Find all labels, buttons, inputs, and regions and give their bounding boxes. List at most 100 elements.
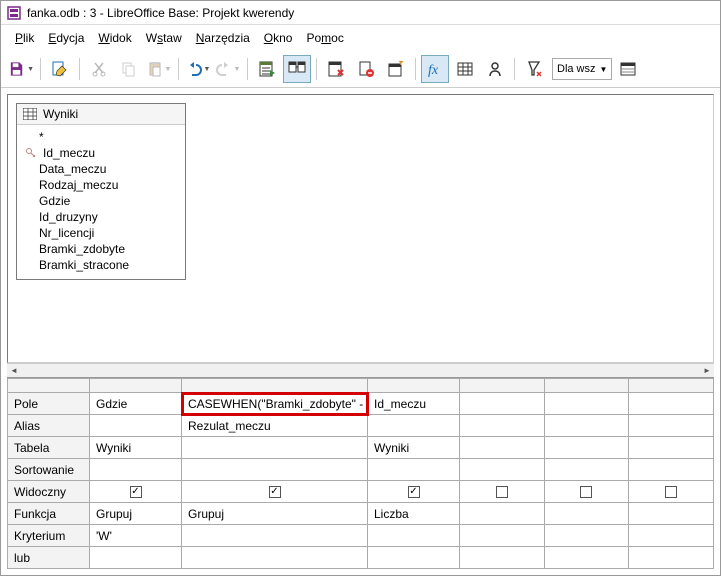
cell-pole-3[interactable]	[460, 393, 545, 415]
field-bramki_zdobyte[interactable]: Bramki_zdobyte	[19, 241, 183, 257]
properties-button[interactable]	[614, 55, 642, 83]
cell-funkcja-0[interactable]: Grupuj	[90, 503, 182, 525]
cell-funkcja-4[interactable]	[544, 503, 629, 525]
cell-funkcja-3[interactable]	[460, 503, 545, 525]
cell-tabela-5[interactable]	[629, 437, 714, 459]
visible-checkbox[interactable]	[665, 486, 677, 498]
clear-query-button[interactable]	[322, 55, 350, 83]
cell-widoczny-0[interactable]: ✓	[90, 481, 182, 503]
table-panel-wyniki[interactable]: Wyniki *Id_meczuData_meczuRodzaj_meczuGd…	[16, 103, 186, 280]
cell-funkcja-5[interactable]	[629, 503, 714, 525]
row-header-lub[interactable]: lub	[8, 547, 90, 569]
field-gdzie[interactable]: Gdzie	[19, 193, 183, 209]
cell-tabela-4[interactable]	[544, 437, 629, 459]
menu-wstaw[interactable]: Wstaw	[140, 29, 188, 47]
visible-checkbox[interactable]	[580, 486, 592, 498]
cell-pole-0[interactable]: Gdzie	[90, 393, 182, 415]
design-view-button[interactable]	[283, 55, 311, 83]
table-panel-title[interactable]: Wyniki	[17, 104, 185, 125]
field-id_meczu[interactable]: Id_meczu	[19, 145, 183, 161]
visible-checkbox[interactable]	[496, 486, 508, 498]
menu-pomoc[interactable]: Pomoc	[300, 29, 349, 47]
row-header-tabela[interactable]: Tabela	[8, 437, 90, 459]
cell-pole-1[interactable]: CASEWHEN("Bramki_zdobyte" -	[182, 393, 368, 415]
undo-button[interactable]: ▼	[184, 55, 212, 83]
cell-kryterium-5[interactable]	[629, 525, 714, 547]
cell-alias-4[interactable]	[544, 415, 629, 437]
cell-kryterium-4[interactable]	[544, 525, 629, 547]
cell-tabela-3[interactable]	[460, 437, 545, 459]
cell-lub-0[interactable]	[90, 547, 182, 569]
cell-alias-3[interactable]	[460, 415, 545, 437]
scroll-left-icon[interactable]: ◄	[7, 365, 21, 377]
cell-widoczny-5[interactable]	[629, 481, 714, 503]
row-header-alias[interactable]: Alias	[8, 415, 90, 437]
delete-query-button[interactable]	[352, 55, 380, 83]
field-data_meczu[interactable]: Data_meczu	[19, 161, 183, 177]
cell-widoczny-4[interactable]	[544, 481, 629, 503]
field-rodzaj_meczu[interactable]: Rodzaj_meczu	[19, 177, 183, 193]
alias-button[interactable]	[481, 55, 509, 83]
scroll-right-icon[interactable]: ►	[700, 365, 714, 377]
run-query-button[interactable]	[253, 55, 281, 83]
cell-alias-5[interactable]	[629, 415, 714, 437]
copy-button[interactable]	[115, 55, 143, 83]
cell-tabela-2[interactable]: Wyniki	[368, 437, 460, 459]
cell-sortowanie-5[interactable]	[629, 459, 714, 481]
menu-edycja[interactable]: Edycja	[42, 29, 90, 47]
cell-funkcja-1[interactable]: Grupuj	[182, 503, 368, 525]
visible-checkbox[interactable]: ✓	[130, 486, 142, 498]
menu-narzedzia[interactable]: Narzędzia	[190, 29, 256, 47]
cell-sortowanie-3[interactable]	[460, 459, 545, 481]
menu-plik[interactable]: Plik	[9, 29, 40, 47]
functions-button[interactable]: fx	[421, 55, 449, 83]
save-button[interactable]: ▼	[7, 55, 35, 83]
cell-sortowanie-1[interactable]	[182, 459, 368, 481]
cut-button[interactable]	[85, 55, 113, 83]
cell-lub-4[interactable]	[544, 547, 629, 569]
distinct-button[interactable]	[520, 55, 548, 83]
cell-funkcja-2[interactable]: Liczba	[368, 503, 460, 525]
cell-lub-5[interactable]	[629, 547, 714, 569]
row-header-sortowanie[interactable]: Sortowanie	[8, 459, 90, 481]
cell-lub-1[interactable]	[182, 547, 368, 569]
design-area[interactable]: Wyniki *Id_meczuData_meczuRodzaj_meczuGd…	[7, 94, 714, 363]
cell-kryterium-3[interactable]	[460, 525, 545, 547]
field-nr_licencji[interactable]: Nr_licencji	[19, 225, 183, 241]
field-bramki_stracone[interactable]: Bramki_stracone	[19, 257, 183, 273]
cell-alias-1[interactable]: Rezulat_meczu	[182, 415, 368, 437]
cell-sortowanie-4[interactable]	[544, 459, 629, 481]
redo-button[interactable]: ▼	[214, 55, 242, 83]
row-header-pole[interactable]: Pole	[8, 393, 90, 415]
field-id_druzyny[interactable]: Id_druzyny	[19, 209, 183, 225]
cell-widoczny-1[interactable]: ✓	[182, 481, 368, 503]
visible-checkbox[interactable]: ✓	[269, 486, 281, 498]
cell-pole-5[interactable]	[629, 393, 714, 415]
cell-sortowanie-0[interactable]	[90, 459, 182, 481]
menu-widok[interactable]: Widok	[92, 29, 137, 47]
menu-okno[interactable]: Okno	[258, 29, 299, 47]
cell-tabela-0[interactable]: Wyniki	[90, 437, 182, 459]
query-grid[interactable]: PoleGdzieCASEWHEN("Bramki_zdobyte" -Id_m…	[7, 378, 714, 569]
cell-kryterium-0[interactable]: 'W'	[90, 525, 182, 547]
cell-kryterium-2[interactable]	[368, 525, 460, 547]
cell-widoczny-2[interactable]: ✓	[368, 481, 460, 503]
cell-kryterium-1[interactable]	[182, 525, 368, 547]
table-name-button[interactable]	[451, 55, 479, 83]
limit-dropdown[interactable]: Dla wsz▼	[552, 58, 612, 80]
cell-alias-2[interactable]	[368, 415, 460, 437]
cell-lub-2[interactable]	[368, 547, 460, 569]
hscrollbar[interactable]: ◄ ►	[7, 363, 714, 377]
row-header-widoczny[interactable]: Widoczny	[8, 481, 90, 503]
field-*[interactable]: *	[19, 129, 183, 145]
row-header-funkcja[interactable]: Funkcja	[8, 503, 90, 525]
cell-widoczny-3[interactable]	[460, 481, 545, 503]
cell-tabela-1[interactable]	[182, 437, 368, 459]
row-header-kryterium[interactable]: Kryterium	[8, 525, 90, 547]
cell-lub-3[interactable]	[460, 547, 545, 569]
add-table-button[interactable]	[382, 55, 410, 83]
edit-mode-button[interactable]	[46, 55, 74, 83]
cell-alias-0[interactable]	[90, 415, 182, 437]
visible-checkbox[interactable]: ✓	[408, 486, 420, 498]
cell-pole-2[interactable]: Id_meczu	[368, 393, 460, 415]
